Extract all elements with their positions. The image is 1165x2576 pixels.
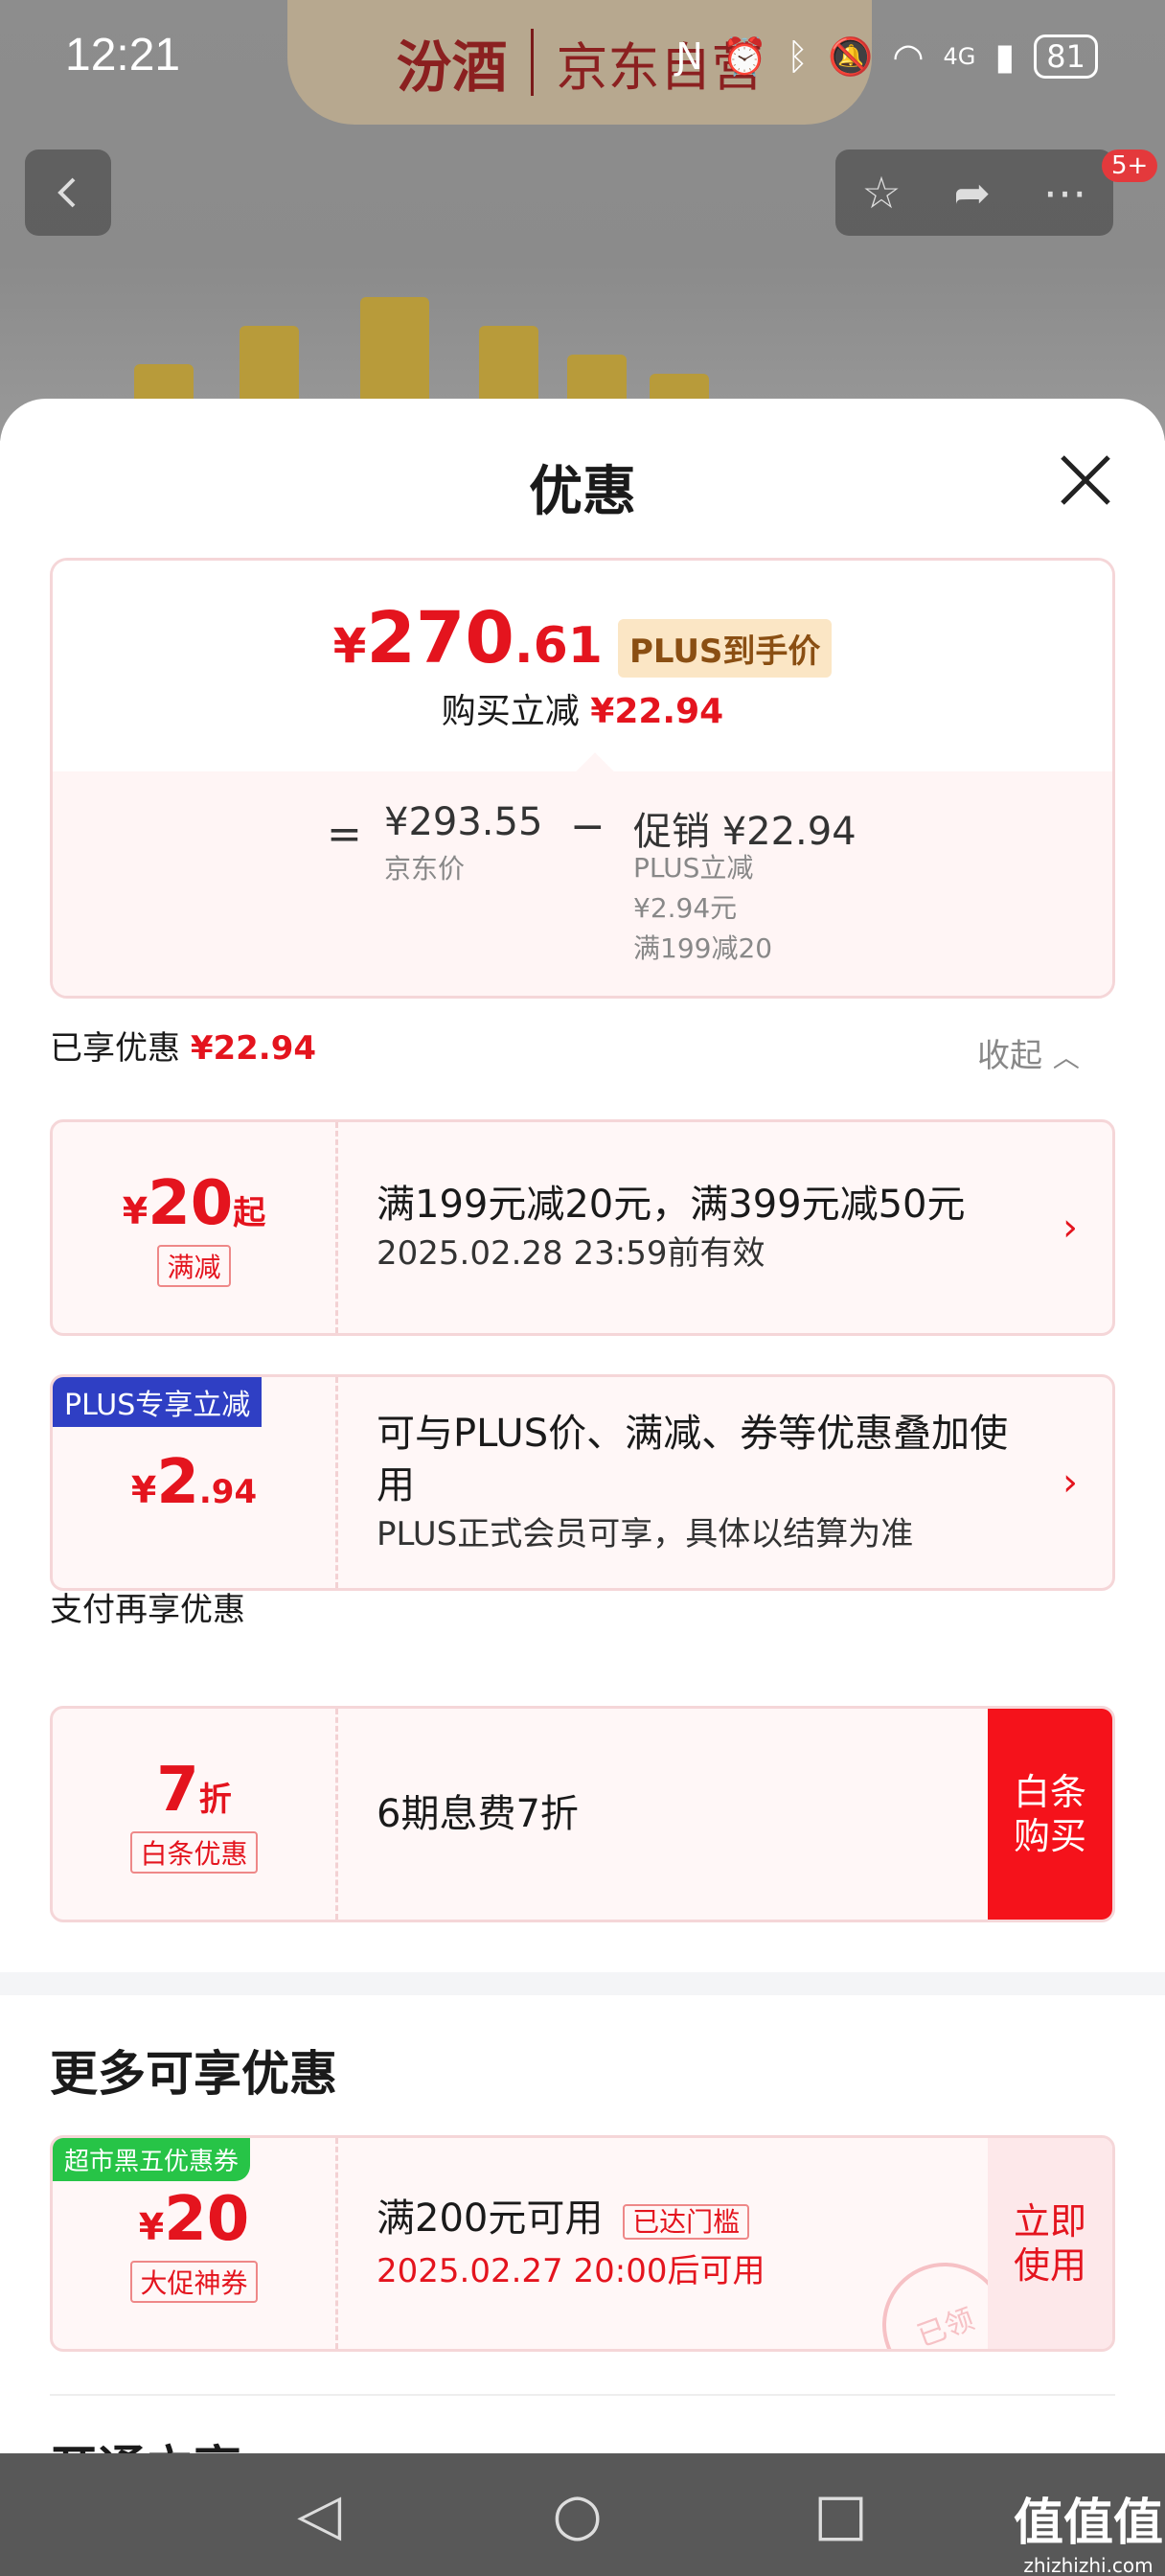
coupon-amount: ¥20起 — [122, 1168, 266, 1239]
divider — [50, 2394, 1115, 2396]
signal-icon: ▮ — [994, 35, 1016, 78]
mute-icon: 🔕 — [827, 34, 874, 78]
status-icons: Ɲ ⏰ ᛒ 🔕 ◠ 4G ▮ 81 — [675, 34, 1098, 79]
coupon-type-tag: 大促神券 — [130, 2261, 258, 2303]
coupon-title: 6期息费7折 — [377, 1792, 579, 1836]
chevron-right-icon: › — [1062, 1460, 1078, 1505]
promo-details: PLUS立减 ¥2.94元 满199减20 — [633, 852, 773, 964]
equals-sign: = — [327, 810, 362, 859]
collapse-toggle[interactable]: 收起 ︿ — [977, 1029, 1080, 1076]
battery-icon: 81 — [1034, 34, 1098, 79]
coupon-type-tag: 白条优惠 — [130, 1831, 258, 1874]
price-summary-card: ¥270.61 PLUS到手价 购买立减 ¥22.94 = ¥293.55 京东… — [50, 558, 1115, 999]
coupon-type-tag: 满减 — [157, 1245, 231, 1287]
use-now-button[interactable]: 立即使用 — [988, 2138, 1112, 2349]
coupon-baitiao[interactable]: 7折 白条优惠 6期息费7折 白条购买 — [50, 1706, 1115, 1922]
alarm-icon: ⏰ — [721, 34, 768, 78]
home-nav-icon[interactable]: ○ — [553, 2481, 603, 2548]
pay-section-title: 支付再享优惠 — [50, 1591, 245, 1629]
chevron-up-icon: ︿ — [1052, 1042, 1080, 1073]
nfc-icon: Ɲ — [675, 35, 703, 78]
coupon-full-reduction[interactable]: ¥20起 满减 满199元减20元，满399元减50元 2025.02.28 2… — [50, 1119, 1115, 1336]
bluetooth-icon: ᛒ — [787, 35, 809, 78]
top-action-group: ☆ ➦ ⋯ — [835, 150, 1113, 236]
system-nav-bar: ◁ ○ □ — [0, 2453, 1165, 2576]
enjoyed-discount: 已享优惠 ¥22.94 — [50, 1029, 317, 1068]
back-button[interactable] — [25, 150, 111, 236]
status-time: 12:21 — [65, 30, 181, 80]
threshold-tag: 已达门槛 — [623, 2204, 750, 2240]
recents-nav-icon[interactable]: □ — [813, 2481, 868, 2548]
coupon-validity: 2025.02.28 23:59前有效 — [377, 1234, 765, 1273]
close-button[interactable] — [1054, 448, 1117, 512]
coupon-title: 满199元减20元，满399元减50元 — [377, 1183, 966, 1227]
coupon-title: 满200元可用 已达门槛 — [377, 2193, 1036, 2248]
discount-sheet: 优惠 ¥270.61 PLUS到手价 购买立减 ¥22.94 = ¥293.55… — [0, 399, 1165, 2576]
jd-price: ¥293.55 — [384, 800, 543, 844]
watermark: 值值值 zhizhizhi.com — [1014, 2495, 1164, 2576]
chevron-right-icon: › — [1062, 1206, 1078, 1250]
coupon-amount: 7折 — [156, 1755, 232, 1826]
back-nav-icon[interactable]: ◁ — [297, 2481, 341, 2548]
final-price: ¥270.61 — [332, 597, 603, 679]
more-icon[interactable]: ⋯ — [1043, 167, 1087, 218]
coupon-plus-reduction[interactable]: PLUS专享立减 ¥2.94 可与PLUS价、满减、券等优惠叠加使用 PLUS正… — [50, 1374, 1115, 1591]
chevron-left-icon — [57, 177, 76, 208]
more-section-title: 更多可享优惠 — [50, 2046, 337, 2102]
instant-cut: 购买立减 ¥22.94 — [441, 692, 724, 731]
coupon-note: PLUS正式会员可享，具体以结算为准 — [377, 1515, 914, 1553]
coupon-amount: ¥2.94 — [130, 1447, 258, 1518]
coupon-black-friday[interactable]: 超市黑五优惠券 ¥20 大促神券 满200元可用 已达门槛 2025.02.27… — [50, 2135, 1115, 2352]
minus-sign: − — [570, 802, 605, 851]
share-icon[interactable]: ➦ — [953, 167, 991, 218]
coupon-title: 可与PLUS价、满减、券等优惠叠加使用 — [377, 1412, 1009, 1507]
favorite-icon[interactable]: ☆ — [861, 167, 901, 218]
network-label: 4G — [943, 43, 976, 70]
sheet-title: 优惠 — [529, 461, 636, 523]
baitiao-buy-button[interactable]: 白条购买 — [988, 1709, 1112, 1920]
wifi-icon: ◠ — [892, 35, 925, 78]
jd-price-label: 京东价 — [384, 853, 466, 885]
close-icon — [1061, 455, 1110, 505]
plus-price-tag: PLUS到手价 — [617, 619, 833, 678]
section-divider — [0, 1972, 1165, 1995]
status-bar: 12:21 Ɲ ⏰ ᛒ 🔕 ◠ 4G ▮ 81 — [0, 0, 1165, 115]
message-badge: 5+ — [1102, 150, 1158, 182]
coupon-amount: ¥20 — [138, 2184, 250, 2255]
